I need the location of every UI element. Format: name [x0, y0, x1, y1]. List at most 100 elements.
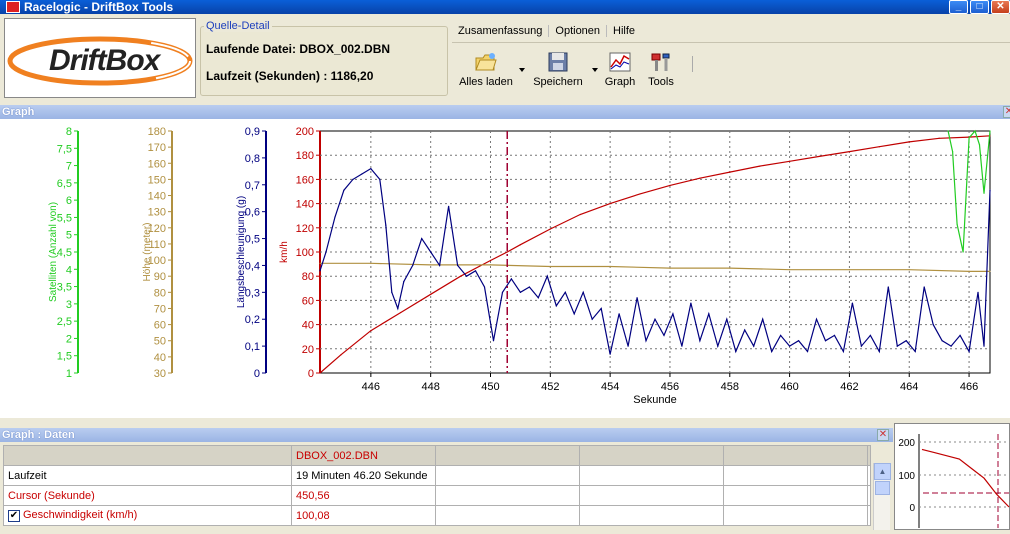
data-panel-close-icon[interactable]: ✕	[877, 429, 889, 441]
series-point	[887, 286, 889, 288]
series-point	[950, 345, 952, 347]
series-point	[591, 318, 593, 320]
series-point	[519, 291, 522, 293]
y-tick-label: 150	[148, 174, 166, 186]
header-cell	[3, 445, 292, 466]
series-point	[663, 334, 665, 336]
table-row: Cursor (Sekunde) 450,56	[3, 485, 871, 506]
scroll-up-icon[interactable]: ▲	[874, 463, 891, 480]
y-tick-label: 140	[148, 191, 166, 203]
menu-help[interactable]: Hilfe	[607, 25, 641, 37]
series-point	[989, 130, 991, 132]
header-cell	[867, 445, 871, 466]
series-point	[510, 278, 513, 280]
series-point	[699, 340, 701, 342]
graph-chart[interactable]: 11,522,533,544,555,566,577,58Satelliten …	[0, 119, 1010, 418]
header-cell	[435, 445, 580, 466]
mini-chart[interactable]: 200 100 0	[894, 423, 1010, 530]
toolbar-separator	[692, 56, 693, 72]
series-point	[753, 345, 755, 347]
series-point	[717, 345, 719, 347]
graph-icon	[609, 52, 631, 72]
series-point	[842, 350, 845, 353]
series-point	[448, 205, 450, 207]
y-tick-label: 7	[66, 161, 72, 173]
series-point	[430, 264, 432, 266]
series-point	[806, 350, 809, 353]
save-button[interactable]: Speichern	[530, 50, 586, 88]
y-tick-label: 160	[296, 174, 314, 186]
series-point	[618, 313, 620, 315]
load-dropdown-icon[interactable]	[519, 68, 525, 72]
series-point	[788, 345, 791, 347]
series-point	[905, 340, 907, 342]
series-point	[726, 318, 728, 320]
series-point	[430, 251, 432, 253]
y-tick-label: 0,9	[245, 126, 260, 138]
close-button[interactable]: ✕	[991, 0, 1010, 14]
y-tick-label: 120	[296, 223, 314, 235]
series-point	[968, 350, 970, 353]
y-tick-label: 100	[296, 247, 314, 259]
series-point	[465, 275, 468, 277]
y-axis-label: Längsbeschleunigung (g)	[236, 196, 247, 308]
y-tick-label: 30	[154, 368, 166, 380]
series-point	[983, 345, 985, 347]
scroll-thumb[interactable]	[875, 481, 890, 495]
series-point	[952, 151, 954, 153]
series-point	[430, 293, 432, 295]
series-point	[923, 286, 925, 288]
series-point	[370, 262, 372, 264]
mini-tick-label: 200	[898, 438, 915, 449]
series-point	[851, 302, 854, 304]
y-tick-label: 20	[302, 344, 314, 356]
y-tick-label: 80	[154, 287, 166, 299]
minimize-button[interactable]: _	[949, 0, 968, 14]
y-axis-label: Höhe (meter)	[142, 223, 153, 282]
series-point	[690, 302, 692, 304]
series-point	[947, 130, 949, 132]
menu-options[interactable]: Optionen	[549, 24, 608, 37]
runtime-label: Laufzeit (Sekunden) : 1186,20	[206, 69, 374, 83]
y-tick-label: 0,8	[245, 153, 260, 165]
series-point	[938, 137, 940, 139]
speed-checkbox[interactable]: ✔	[8, 509, 20, 522]
series-point	[896, 345, 898, 347]
series-point	[797, 340, 800, 342]
save-dropdown-icon[interactable]	[592, 68, 598, 72]
save-label: Speichern	[533, 76, 583, 88]
y-tick-label: 130	[148, 207, 166, 219]
tools-button[interactable]: Tools	[644, 50, 678, 88]
series-point	[848, 269, 851, 271]
x-tick-label: 452	[541, 381, 559, 393]
y-axis-label: km/h	[279, 241, 290, 263]
series-point	[708, 313, 710, 315]
y-tick-label: 140	[296, 199, 314, 211]
y-axis-label: Satelliten (Anzahl von)	[48, 202, 59, 302]
series-point	[762, 318, 764, 320]
app-icon	[6, 1, 20, 13]
series-point	[941, 340, 943, 342]
table-row: ✔ Geschwindigkeit (km/h) 100,08	[3, 505, 871, 526]
y-tick-label: 2,5	[57, 316, 72, 328]
graph-area[interactable]: 1 1,5 2 2,5 3 3,5 4 4,5 5 5,5 6 6,5 7 7,5 8 Satelliten …	[0, 119, 1010, 418]
mini-series-line	[921, 448, 1010, 508]
series-point	[489, 259, 492, 262]
maximize-button[interactable]: □	[970, 0, 989, 14]
menu-summary[interactable]: Zusamenfassung	[452, 24, 550, 37]
series-point	[492, 340, 495, 342]
graph-button[interactable]: Graph	[602, 50, 638, 88]
data-table-scrollbar[interactable]: ▲	[873, 463, 891, 530]
y-tick-label: 60	[302, 295, 314, 307]
series-point	[546, 275, 548, 277]
y-tick-label: 0,7	[245, 180, 260, 192]
series-point	[771, 350, 773, 353]
series-point	[699, 177, 701, 179]
series-point	[914, 350, 916, 353]
row-label: Laufzeit	[3, 465, 292, 486]
series-point	[600, 307, 602, 310]
series-point	[582, 291, 584, 293]
load-all-button[interactable]: Alles laden	[458, 50, 514, 88]
y-tick-label: 6,5	[57, 178, 72, 190]
graph-panel-close-icon[interactable]: ✕	[1003, 106, 1010, 118]
